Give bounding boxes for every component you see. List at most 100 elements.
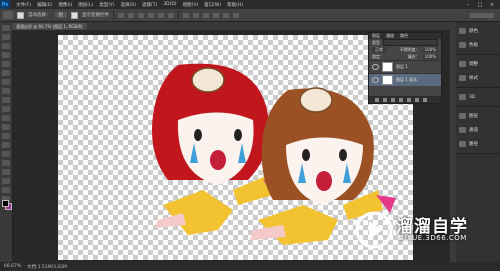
mask-icon[interactable] — [391, 97, 395, 102]
status-bar: 66.67% 文档:1.51M/3.02M — [0, 262, 500, 271]
styles-icon — [459, 75, 466, 81]
opacity-value[interactable]: 100% — [422, 47, 438, 52]
tools-panel — [0, 22, 13, 262]
distribute-top-icon[interactable] — [183, 12, 189, 18]
document-tab-bar: 溜溜自学 @ 66.7% (图层 1, RGB/8) — [12, 22, 452, 30]
history-brush-tool[interactable] — [2, 106, 10, 112]
tab-layers[interactable]: 图层 — [372, 33, 380, 39]
close-button[interactable]: × — [488, 2, 496, 8]
layer-item[interactable]: 图层 1 — [369, 60, 441, 73]
eye-icon[interactable] — [372, 77, 379, 83]
distribute-center-icon[interactable] — [223, 12, 229, 18]
menu-help[interactable]: 帮助(H) — [224, 2, 246, 8]
adjustment-icon[interactable] — [399, 97, 403, 102]
auto-select-checkbox[interactable] — [17, 11, 24, 19]
align-right-icon[interactable] — [168, 12, 174, 18]
panel-channels[interactable]: 通道 — [456, 123, 500, 137]
clone-stamp-tool[interactable] — [2, 97, 10, 103]
trash-icon[interactable] — [423, 97, 427, 102]
options-bar: 自动选择： 组 显示变换控件 — [0, 9, 500, 22]
path-select-tool[interactable] — [2, 169, 10, 175]
menu-select[interactable]: 选择(S) — [118, 2, 139, 8]
menu-type[interactable]: 类型(Y) — [96, 2, 117, 8]
gradient-tool[interactable] — [2, 124, 10, 130]
distribute-right-icon[interactable] — [233, 12, 239, 18]
panel-styles[interactable]: 样式 — [456, 71, 500, 85]
align-center-icon[interactable] — [158, 12, 164, 18]
folder-icon[interactable] — [407, 97, 411, 102]
quick-select-tool[interactable] — [2, 52, 10, 58]
maximize-button[interactable]: □ — [476, 2, 484, 8]
layer-name: 图层 1 副本 — [396, 77, 418, 82]
brush-tool[interactable] — [2, 88, 10, 94]
blend-mode-dropdown[interactable]: 正常 — [372, 46, 386, 53]
layer-item-selected[interactable]: 图层 1 副本 — [369, 73, 441, 86]
swatches-icon — [459, 42, 466, 48]
lasso-tool[interactable] — [2, 43, 10, 49]
align-top-icon[interactable] — [118, 12, 124, 18]
document-size: 文档:1.51M/3.02M — [27, 264, 68, 270]
layer-filter-box[interactable] — [383, 39, 438, 46]
align-left-icon[interactable] — [148, 12, 154, 18]
new-layer-icon[interactable] — [415, 97, 419, 102]
menu-filter[interactable]: 滤镜(T) — [139, 2, 160, 8]
eye-icon[interactable] — [372, 64, 379, 70]
menu-window[interactable]: 窗口(W) — [201, 2, 224, 8]
lock-row: 锁定： 填充： 100% — [369, 53, 441, 60]
marquee-tool[interactable] — [2, 34, 10, 40]
panel-swatches[interactable]: 色板 — [456, 38, 500, 52]
move-tool[interactable] — [2, 25, 10, 31]
align-middle-icon[interactable] — [128, 12, 134, 18]
hand-tool[interactable] — [2, 187, 10, 193]
distribute-left-icon[interactable] — [213, 12, 219, 18]
align-bottom-icon[interactable] — [138, 12, 144, 18]
distribute-middle-icon[interactable] — [193, 12, 199, 18]
link-icon[interactable] — [375, 97, 379, 102]
document-tab[interactable]: 溜溜自学 @ 66.7% (图层 1, RGB/8) — [12, 23, 87, 30]
fx-icon[interactable] — [383, 97, 387, 102]
menu-edit[interactable]: 编辑(E) — [34, 2, 55, 8]
menu-bar: Ps 文件(F) 编辑(E) 图像(I) 图层(L) 类型(Y) 选择(S) 滤… — [0, 0, 500, 9]
type-tool[interactable] — [2, 160, 10, 166]
panel-color[interactable]: 颜色 — [456, 24, 500, 38]
foreground-color-swatch[interactable] — [2, 200, 9, 207]
panel-group: 图层 通道 路径 — [456, 107, 500, 154]
fill-value[interactable]: 100% — [422, 54, 438, 59]
panel-group: 3D — [456, 88, 500, 107]
3d-icon — [459, 94, 466, 100]
pen-tool[interactable] — [2, 151, 10, 157]
minimize-button[interactable]: – — [464, 2, 472, 8]
menu-view[interactable]: 视图(V) — [180, 2, 202, 8]
zoom-level[interactable]: 66.67% — [4, 264, 21, 269]
dodge-tool[interactable] — [2, 142, 10, 148]
paths-icon — [459, 141, 466, 147]
layers-footer — [369, 96, 441, 103]
menu-file[interactable]: 文件(F) — [13, 2, 34, 8]
auto-select-label: 自动选择： — [28, 13, 51, 18]
menu-image[interactable]: 图像(I) — [55, 2, 75, 8]
panel-paths[interactable]: 路径 — [456, 137, 500, 151]
crop-tool[interactable] — [2, 61, 10, 67]
auto-select-dropdown[interactable]: 组 — [54, 12, 67, 18]
blur-tool[interactable] — [2, 133, 10, 139]
eraser-tool[interactable] — [2, 115, 10, 121]
workspace-icon[interactable] — [470, 12, 494, 18]
shape-tool[interactable] — [2, 178, 10, 184]
menu-layer[interactable]: 图层(L) — [75, 2, 96, 8]
lock-label: 锁定： — [372, 53, 384, 59]
channels-icon — [459, 127, 466, 133]
healing-brush-tool[interactable] — [2, 79, 10, 85]
layer-kind-dropdown[interactable]: 类型 — [372, 40, 380, 46]
show-transform-label: 显示变换控件 — [82, 13, 109, 18]
eyedropper-tool[interactable] — [2, 70, 10, 76]
panel-layers[interactable]: 图层 — [456, 109, 500, 123]
move-tool-icon[interactable] — [3, 11, 13, 19]
layer-filter-row: 类型 — [369, 39, 441, 46]
show-transform-checkbox[interactable] — [71, 11, 78, 19]
panel-adjustments[interactable]: 调整 — [456, 57, 500, 71]
layer-thumbnail — [382, 62, 393, 72]
menu-3d[interactable]: 3D(D) — [160, 2, 179, 7]
layer-thumbnail — [382, 75, 393, 85]
distribute-bottom-icon[interactable] — [203, 12, 209, 18]
panel-3d[interactable]: 3D — [456, 90, 500, 104]
